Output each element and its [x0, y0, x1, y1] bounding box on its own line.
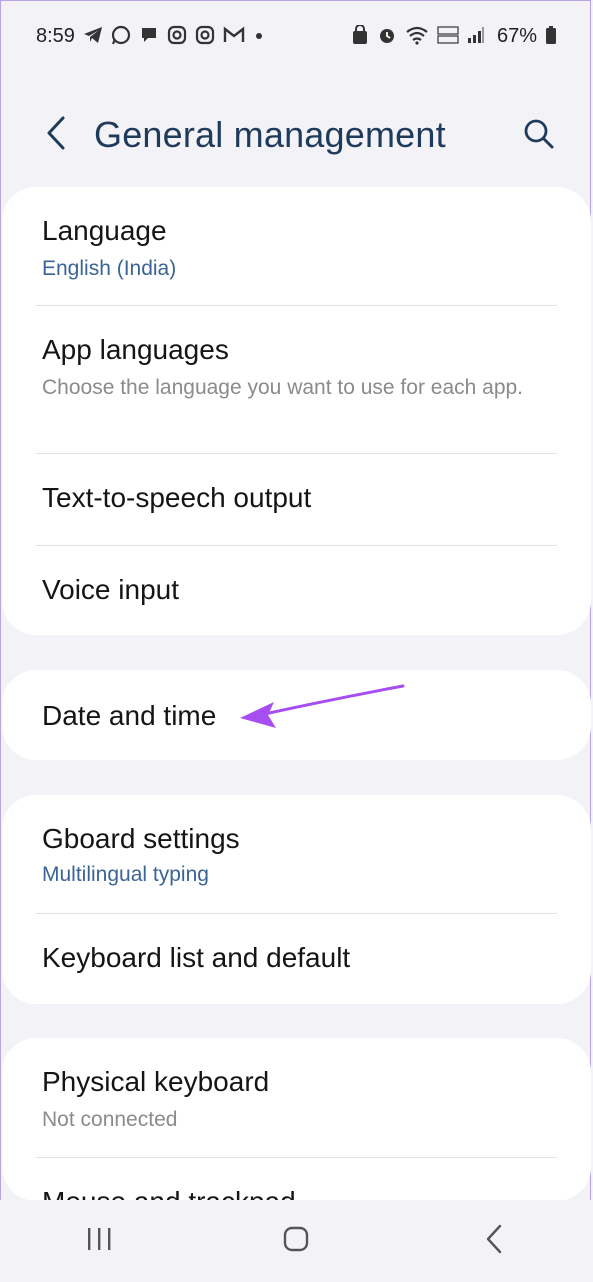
list-item-physical-keyboard[interactable]: Physical keyboard Not connected — [2, 1038, 591, 1157]
page-title: General management — [94, 114, 446, 155]
list-item-label: Date and time — [42, 700, 217, 731]
whatsapp-icon — [111, 25, 131, 48]
instagram-icon-2 — [195, 25, 215, 48]
chevron-left-icon — [484, 1224, 504, 1259]
recent-apps-icon — [85, 1226, 113, 1257]
home-icon — [282, 1225, 310, 1258]
list-item-subtitle: English (India) — [42, 257, 177, 280]
list-item-label: App languages — [42, 334, 229, 365]
battery-icon — [545, 25, 557, 48]
list-item-language[interactable]: Language English (India) — [2, 187, 591, 305]
chat-bubble-icon — [139, 25, 159, 48]
list-item-label: Text-to-speech output — [42, 482, 312, 513]
back-button[interactable] — [36, 112, 76, 158]
app-header: General management — [0, 100, 593, 170]
signal-icon — [467, 26, 485, 47]
list-item-label: Mouse and trackpad — [42, 1186, 296, 1201]
settings-card-language: Language English (India) App languages C… — [2, 187, 591, 635]
settings-card-keyboard: Gboard settings Multilingual typing Keyb… — [2, 795, 591, 1004]
list-item-voice-input[interactable]: Voice input — [2, 546, 591, 635]
status-time: 8:59 — [36, 24, 75, 47]
list-item-keyboard-list[interactable]: Keyboard list and default — [2, 914, 591, 1004]
list-item-label: Voice input — [42, 574, 179, 605]
status-right: 67% — [351, 23, 557, 48]
list-item-label: Gboard settings — [42, 823, 240, 854]
list-item-subtitle: Multilingual typing — [42, 863, 209, 886]
navigation-bar — [0, 1200, 593, 1282]
list-item-label: Keyboard list and default — [42, 942, 351, 973]
search-icon — [523, 118, 555, 155]
alarm-icon — [377, 25, 397, 48]
list-item-subtitle: Not connected — [42, 1108, 178, 1131]
wifi-icon — [405, 25, 429, 48]
status-bar: 8:59 67% — [36, 20, 557, 52]
annotation-arrow — [238, 682, 408, 737]
more-notifications-dot-icon — [253, 27, 265, 45]
settings-card-physical: Physical keyboard Not connected Mouse an… — [2, 1038, 591, 1201]
list-item-app-languages[interactable]: App languages Choose the language you wa… — [2, 306, 591, 453]
list-item-label: Physical keyboard — [42, 1066, 270, 1097]
volte-icon — [437, 25, 459, 48]
search-button[interactable] — [517, 114, 561, 158]
back-nav-button[interactable] — [464, 1211, 524, 1271]
telegram-icon — [83, 26, 103, 47]
list-item-gboard-settings[interactable]: Gboard settings Multilingual typing — [2, 795, 591, 913]
home-button[interactable] — [266, 1211, 326, 1271]
recent-apps-button[interactable] — [69, 1211, 129, 1271]
battery-percent: 67% — [496, 24, 537, 47]
chevron-left-icon — [45, 116, 67, 155]
list-item-subtitle: Choose the language you want to use for … — [42, 376, 524, 399]
gmail-icon — [223, 26, 245, 47]
lock-recycle-icon — [351, 23, 369, 48]
list-item-mouse-trackpad[interactable]: Mouse and trackpad — [2, 1158, 591, 1201]
status-left: 8:59 — [36, 25, 265, 48]
list-item-text-to-speech[interactable]: Text-to-speech output — [2, 454, 591, 545]
list-item-label: Language — [42, 215, 167, 246]
instagram-icon — [167, 25, 187, 48]
